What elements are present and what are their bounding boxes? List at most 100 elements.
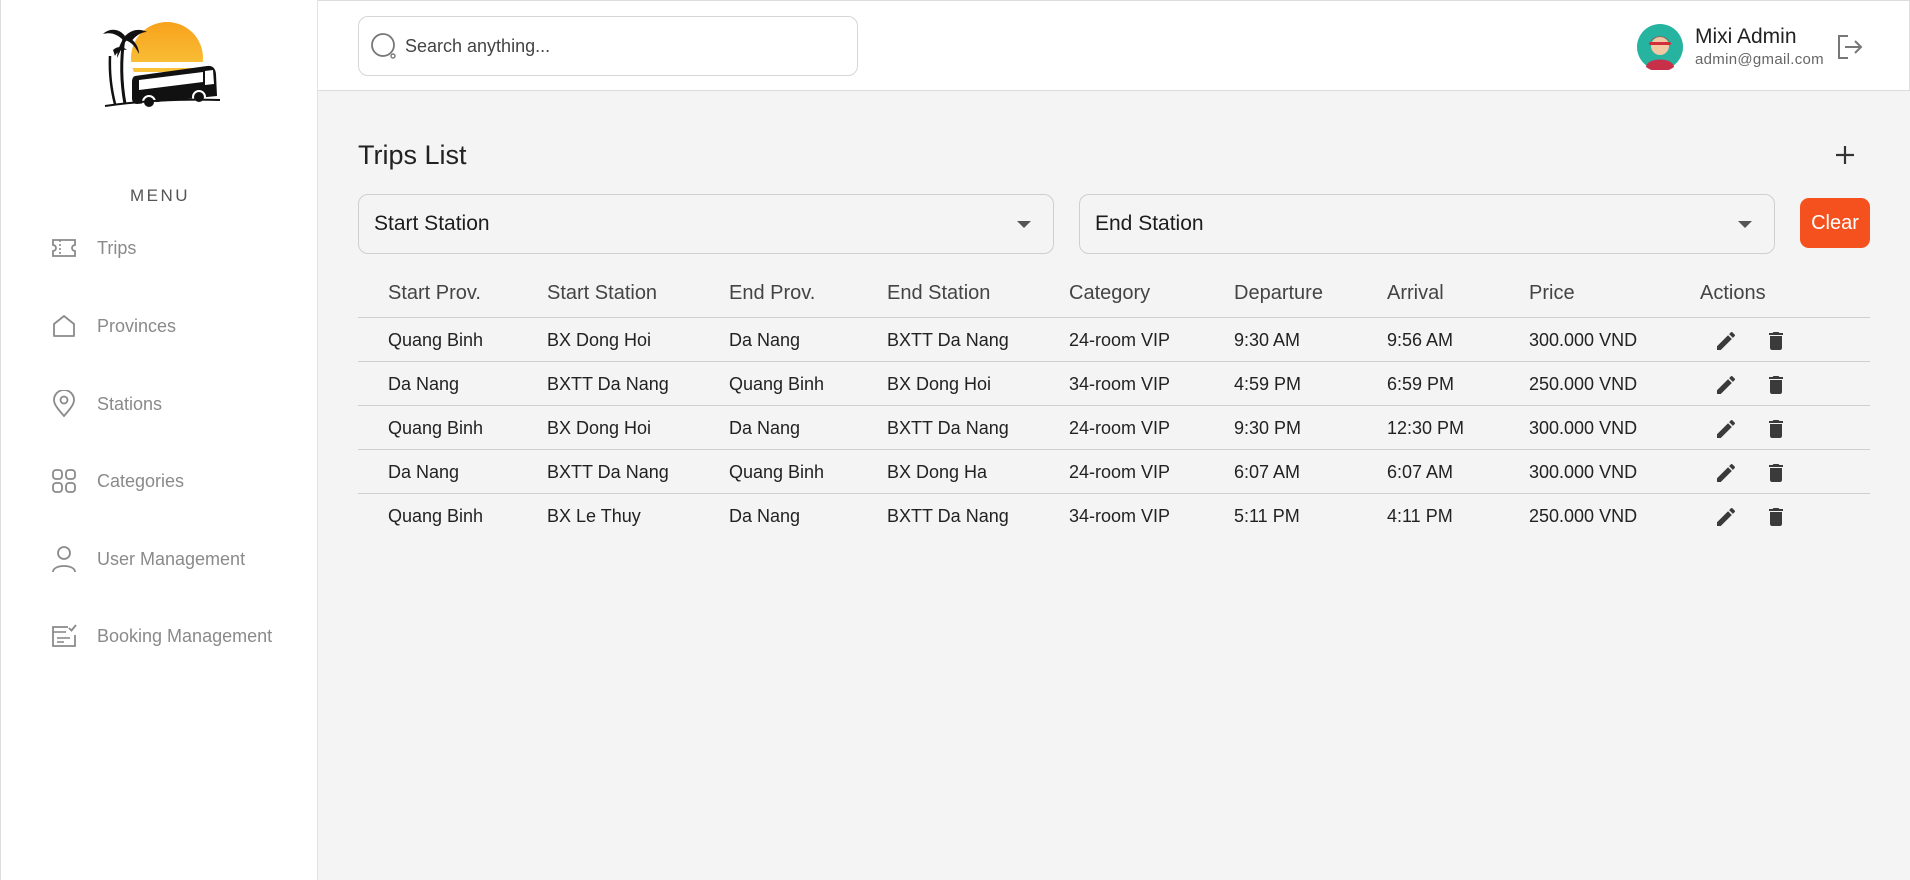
table-cell: 4:11 PM xyxy=(1387,506,1453,526)
user-email: admin@gmail.com xyxy=(1695,51,1824,68)
edit-icon[interactable] xyxy=(1711,414,1741,444)
table-cell: Quang Binh xyxy=(729,462,825,482)
edit-icon[interactable] xyxy=(1711,502,1741,532)
column-header[interactable]: Start Prov. xyxy=(388,282,481,305)
table-cell: 24-room VIP xyxy=(1069,462,1171,482)
table-cell: BXTT Da Nang xyxy=(887,418,1009,438)
table-cell: Quang Binh xyxy=(388,330,484,350)
table-cell: BXTT Da Nang xyxy=(547,462,669,482)
search-box[interactable] xyxy=(358,16,858,76)
end-station-select[interactable]: End Station xyxy=(1079,194,1775,254)
delete-icon[interactable] xyxy=(1761,326,1791,356)
top-bar: Mixi Admin admin@gmail.com xyxy=(318,0,1910,91)
table-row[interactable]: Quang Binh BX Dong Hoi Da Nang BXTT Da Nang… xyxy=(358,406,1870,450)
column-header[interactable]: Arrival xyxy=(1387,282,1444,305)
sidebar-item-user-management[interactable]: User Management xyxy=(49,539,245,579)
table-cell: Quang Binh xyxy=(729,374,825,394)
sidebar-item-booking-management[interactable]: Booking Management xyxy=(49,616,272,656)
table-cell: BX Dong Hoi xyxy=(547,330,652,350)
user-icon xyxy=(49,544,79,574)
sidebar-item-provinces[interactable]: Provinces xyxy=(49,306,176,346)
sidebar-item-trips[interactable]: Trips xyxy=(49,228,136,268)
table-cell: 6:59 PM xyxy=(1387,374,1455,394)
search-icon xyxy=(369,31,399,61)
column-header: Actions xyxy=(1700,282,1766,304)
delete-icon[interactable] xyxy=(1761,414,1791,444)
table-cell: 6:07 AM xyxy=(1234,462,1301,482)
column-header[interactable]: Start Station xyxy=(547,282,657,305)
sidebar-item-label: Trips xyxy=(97,237,137,258)
home-icon xyxy=(49,311,79,341)
column-header[interactable]: End Station xyxy=(887,282,990,305)
sidebar-item-categories[interactable]: Categories xyxy=(49,461,184,501)
table-cell: 34-room VIP xyxy=(1069,506,1171,526)
column-header[interactable]: Category xyxy=(1069,282,1150,305)
end-station-value: End Station xyxy=(1095,212,1204,235)
table-row[interactable]: Quang Binh BX Le Thuy Da Nang BXTT Da Nang 3… xyxy=(358,494,1870,538)
edit-icon[interactable] xyxy=(1711,326,1741,356)
table-cell: 9:30 AM xyxy=(1234,330,1301,350)
delete-icon[interactable] xyxy=(1761,370,1791,400)
sidebar-item-stations[interactable]: Stations xyxy=(49,384,162,424)
sidebar-item-label: Categories xyxy=(97,470,185,491)
table-cell: 34-room VIP xyxy=(1069,374,1171,394)
table-row[interactable]: Quang Binh BX Dong Hoi Da Nang BXTT Da Nang… xyxy=(358,318,1870,362)
delete-icon[interactable] xyxy=(1761,458,1791,488)
table-cell: 9:30 PM xyxy=(1234,418,1302,438)
clear-button[interactable]: Clear xyxy=(1800,198,1870,248)
table-cell: Quang Binh xyxy=(388,418,484,438)
table-cell: Quang Binh xyxy=(388,506,484,526)
table-cell: BXTT Da Nang xyxy=(547,374,669,394)
table-body: Quang Binh BX Dong Hoi Da Nang BXTT Da Nang… xyxy=(358,318,1870,538)
table-cell: BXTT Da Nang xyxy=(887,506,1009,526)
menu-title: MENU xyxy=(129,186,191,205)
start-station-value: Start Station xyxy=(374,212,490,235)
column-header[interactable]: Price xyxy=(1529,282,1575,305)
table-cell: 250.000 VND xyxy=(1529,374,1638,394)
table-header: Start Prov. Start Station End Prov. End … xyxy=(358,268,1870,318)
grid-icon xyxy=(49,466,79,496)
table-row[interactable]: Da Nang BXTT Da Nang Quang Binh BX Dong Hoi… xyxy=(358,362,1870,406)
start-station-select[interactable]: Start Station xyxy=(358,194,1054,254)
table-cell: Da Nang xyxy=(729,418,801,438)
table-cell: 4:59 PM xyxy=(1234,374,1302,394)
sidebar-item-label: Booking Management xyxy=(97,625,273,646)
table-cell: 300.000 VND xyxy=(1529,330,1638,350)
table-cell: Da Nang xyxy=(729,330,801,350)
table-cell: Da Nang xyxy=(729,506,801,526)
column-header[interactable]: Departure xyxy=(1234,282,1323,305)
logout-icon[interactable] xyxy=(1834,31,1866,63)
table-cell: Da Nang xyxy=(388,462,460,482)
table-cell: BX Dong Hoi xyxy=(887,374,992,394)
plus-icon xyxy=(1836,146,1854,164)
delete-icon[interactable] xyxy=(1761,502,1791,532)
table-cell: BX Dong Hoi xyxy=(547,418,652,438)
table-cell: Da Nang xyxy=(388,374,460,394)
table-cell: 300.000 VND xyxy=(1529,418,1638,438)
table-cell: 250.000 VND xyxy=(1529,506,1638,526)
location-pin-icon xyxy=(49,389,79,419)
bus-logo[interactable] xyxy=(95,16,225,112)
chevron-down-icon xyxy=(1738,220,1752,228)
table-cell: 5:11 PM xyxy=(1234,506,1300,526)
table-cell: BX Dong Ha xyxy=(887,462,988,482)
table-cell: BX Le Thuy xyxy=(547,506,641,526)
column-header[interactable]: End Prov. xyxy=(729,282,815,305)
chevron-down-icon xyxy=(1017,220,1031,228)
table-row[interactable]: Da Nang BXTT Da Nang Quang Binh BX Dong Ha 2… xyxy=(358,450,1870,494)
table-cell: 24-room VIP xyxy=(1069,330,1171,350)
edit-icon[interactable] xyxy=(1711,458,1741,488)
table-cell: 9:56 AM xyxy=(1387,330,1454,350)
trips-table: Start Prov. Start Station End Prov. End … xyxy=(358,268,1870,538)
search-input[interactable] xyxy=(405,35,835,57)
user-name: Mixi Admin xyxy=(1695,25,1797,48)
sidebar-item-label: Provinces xyxy=(97,315,177,336)
edit-icon[interactable] xyxy=(1711,370,1741,400)
table-cell: BXTT Da Nang xyxy=(887,330,1009,350)
avatar[interactable] xyxy=(1637,24,1683,72)
table-cell: 24-room VIP xyxy=(1069,418,1171,438)
add-trip-button[interactable] xyxy=(1830,140,1860,170)
table-cell: 6:07 AM xyxy=(1387,462,1454,482)
table-cell: 300.000 VND xyxy=(1529,462,1638,482)
sidebar-item-label: Stations xyxy=(97,393,163,414)
